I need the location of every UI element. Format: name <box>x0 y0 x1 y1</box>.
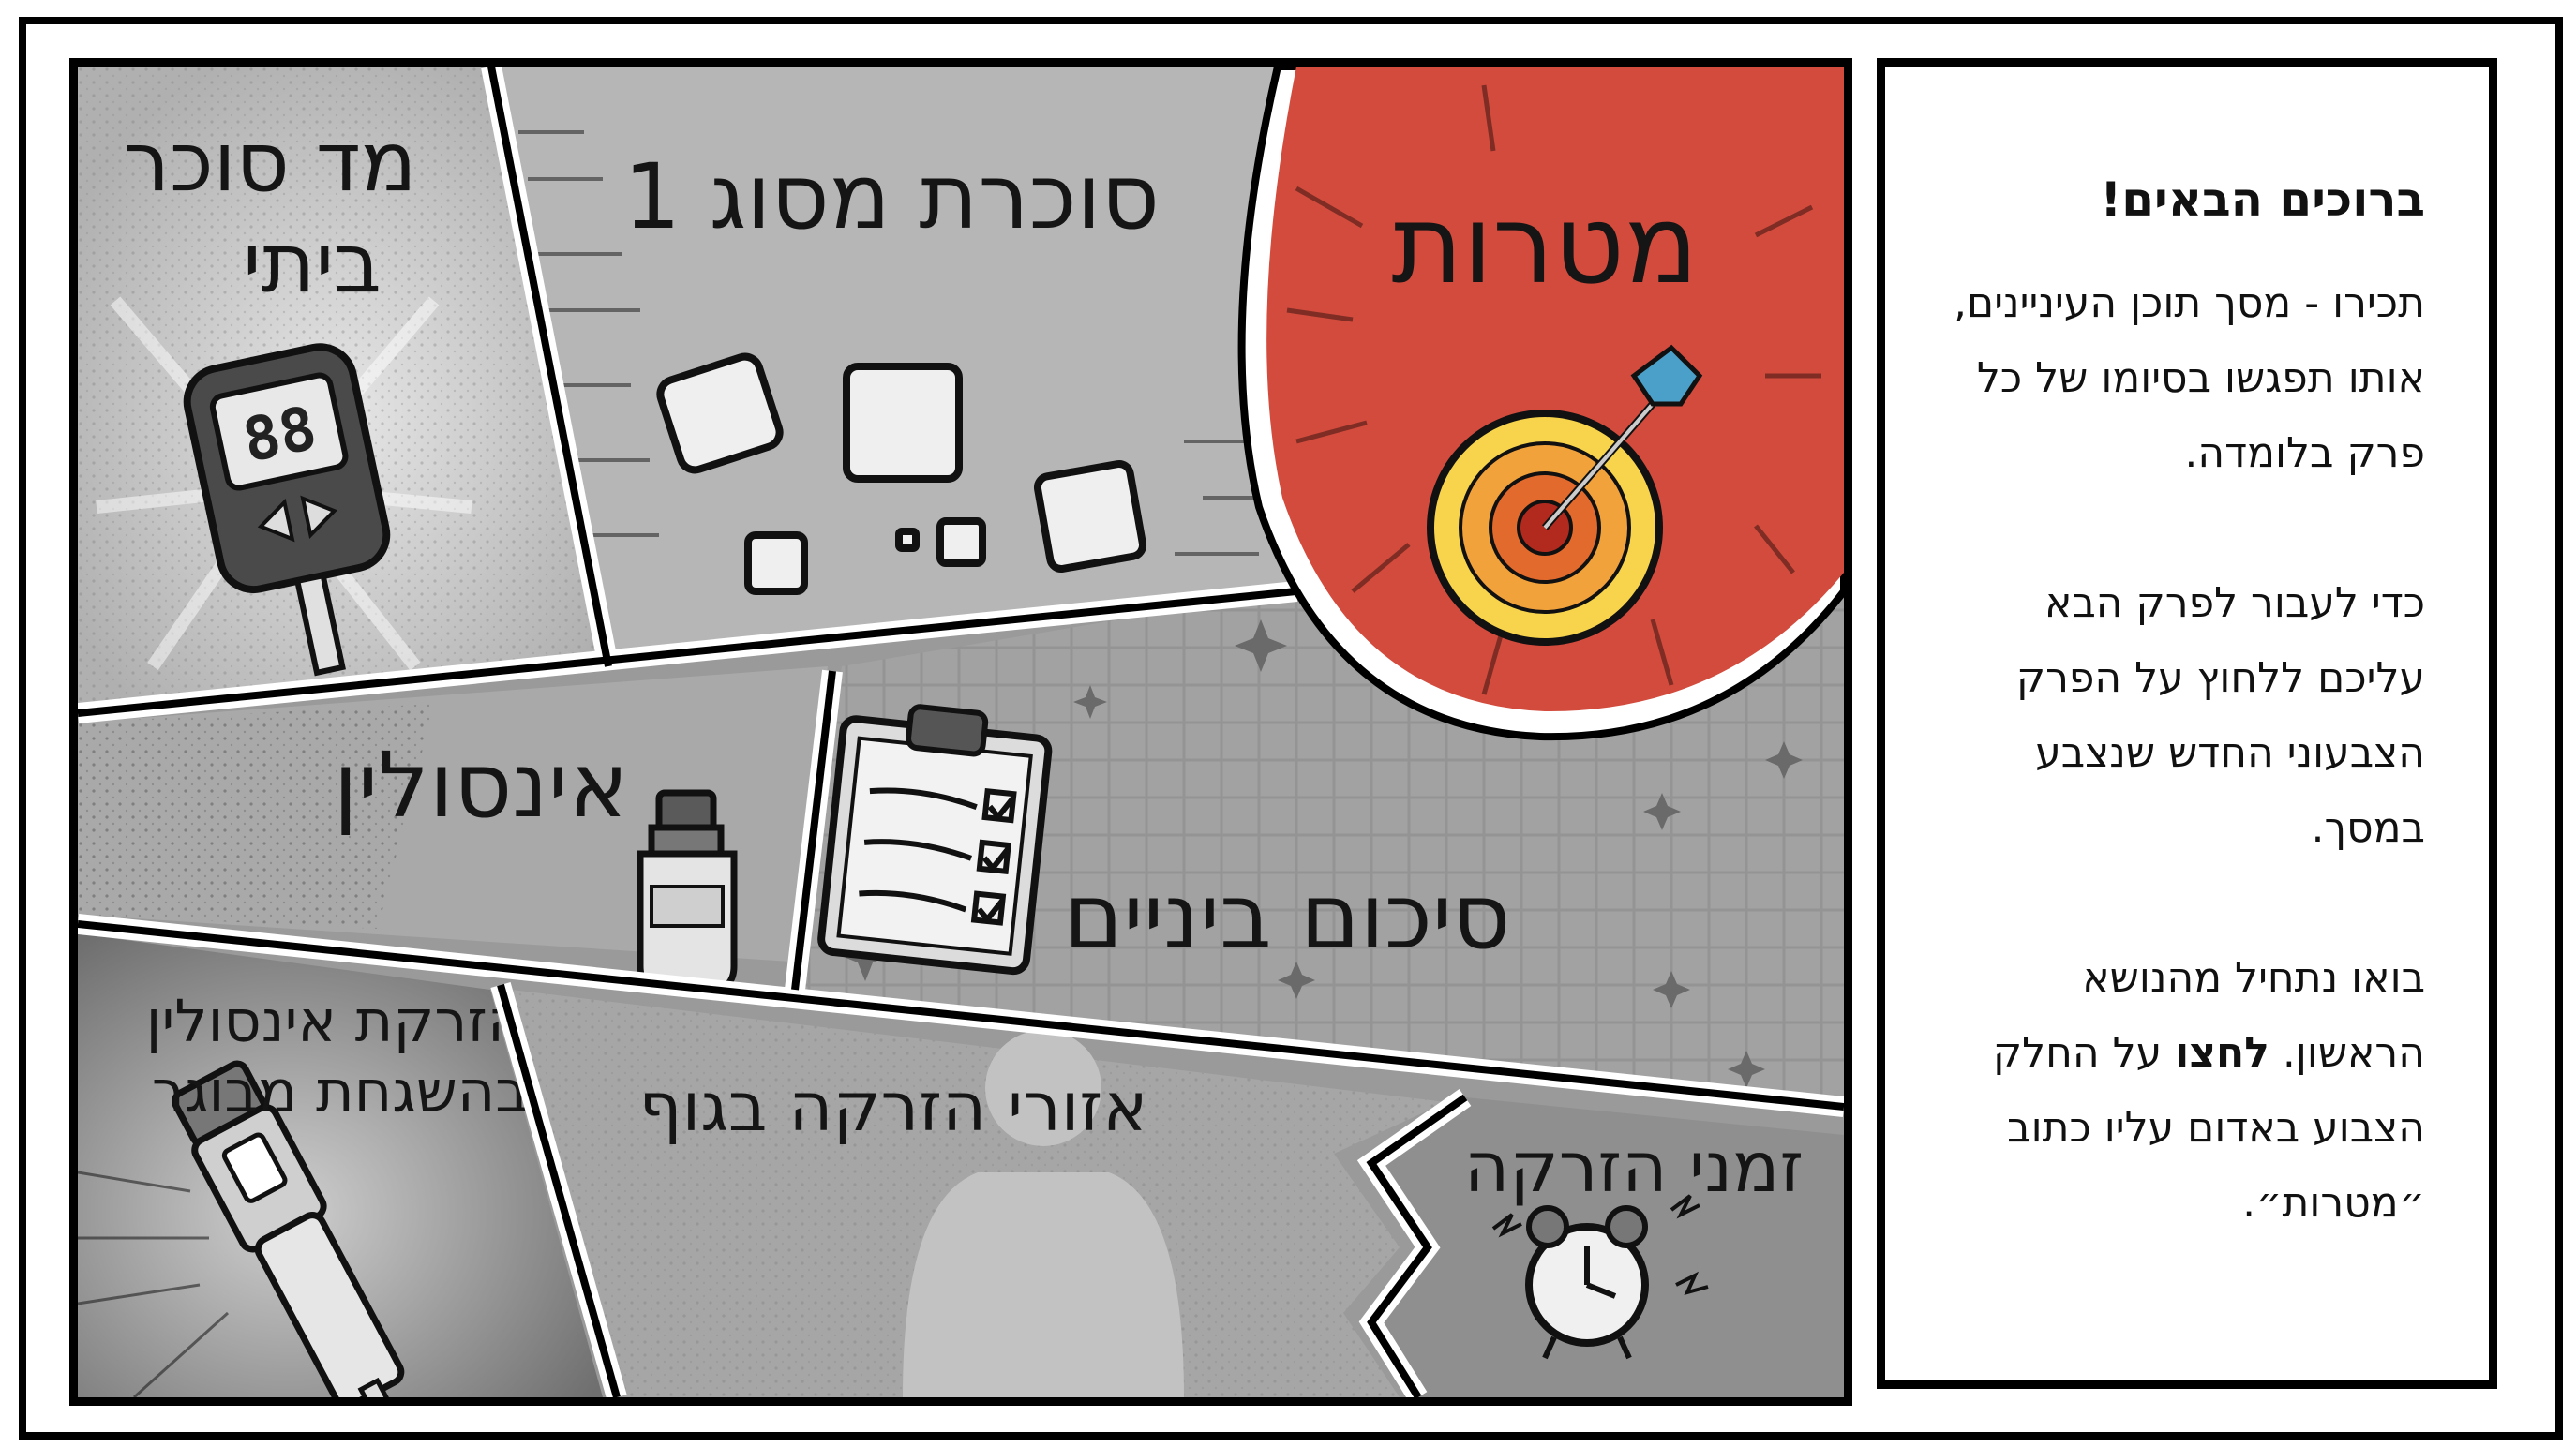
glucometer-title-line1: מד סוכר <box>123 113 416 210</box>
comic-panel: 88 מד סוכר ביתי סוכרת מסוג 1 אינסולין סי… <box>69 58 1852 1406</box>
info-panel: ברוכים הבאים! תכירו - מסך תוכן העיניינים… <box>1877 58 2497 1389</box>
supervised-injection-title-line1: הזרקת אינסולין <box>146 987 526 1055</box>
info-paragraph-1: תכירו - מסך תוכן העיניינים, אותו תפגשו ב… <box>1954 279 2425 477</box>
injection-times-title: זמני הזרקה <box>1464 1127 1804 1208</box>
clipboard-icon <box>817 704 1053 976</box>
insulin-title: אינסולין <box>334 733 629 838</box>
injection-areas-title: אזורי הזרקה בגוף <box>639 1067 1148 1146</box>
info-heading: ברוכים הבאים! <box>2100 172 2425 227</box>
svg-text:88: 88 <box>237 394 322 476</box>
info-paragraph-2: כדי לעבור לפרק הבא עליכם ללחוץ על הפרק ה… <box>2015 579 2425 852</box>
panel-diabetes-type1[interactable]: סוכרת מסוג 1 <box>502 67 1296 666</box>
goals-title: מטרות <box>1391 182 1698 308</box>
info-paragraph-3-bold: לחצו <box>2175 1029 2269 1077</box>
info-paragraph-3: בואו נתחיל מהנושא הראשון. לחצו על החלק ה… <box>1949 941 2425 1241</box>
panel-goals[interactable]: מטרות <box>1237 67 1844 741</box>
panel-injection-times[interactable]: זמני הזרקה <box>1371 1097 1844 1397</box>
glucometer-title-line2: ביתי <box>243 215 382 311</box>
supervised-injection-title-line2: בהשגחת מבוגר <box>152 1057 529 1126</box>
diabetes-type1-title: סוכרת מסוג 1 <box>623 144 1160 249</box>
interim-summary-title: סיכום ביניים <box>1064 864 1511 969</box>
